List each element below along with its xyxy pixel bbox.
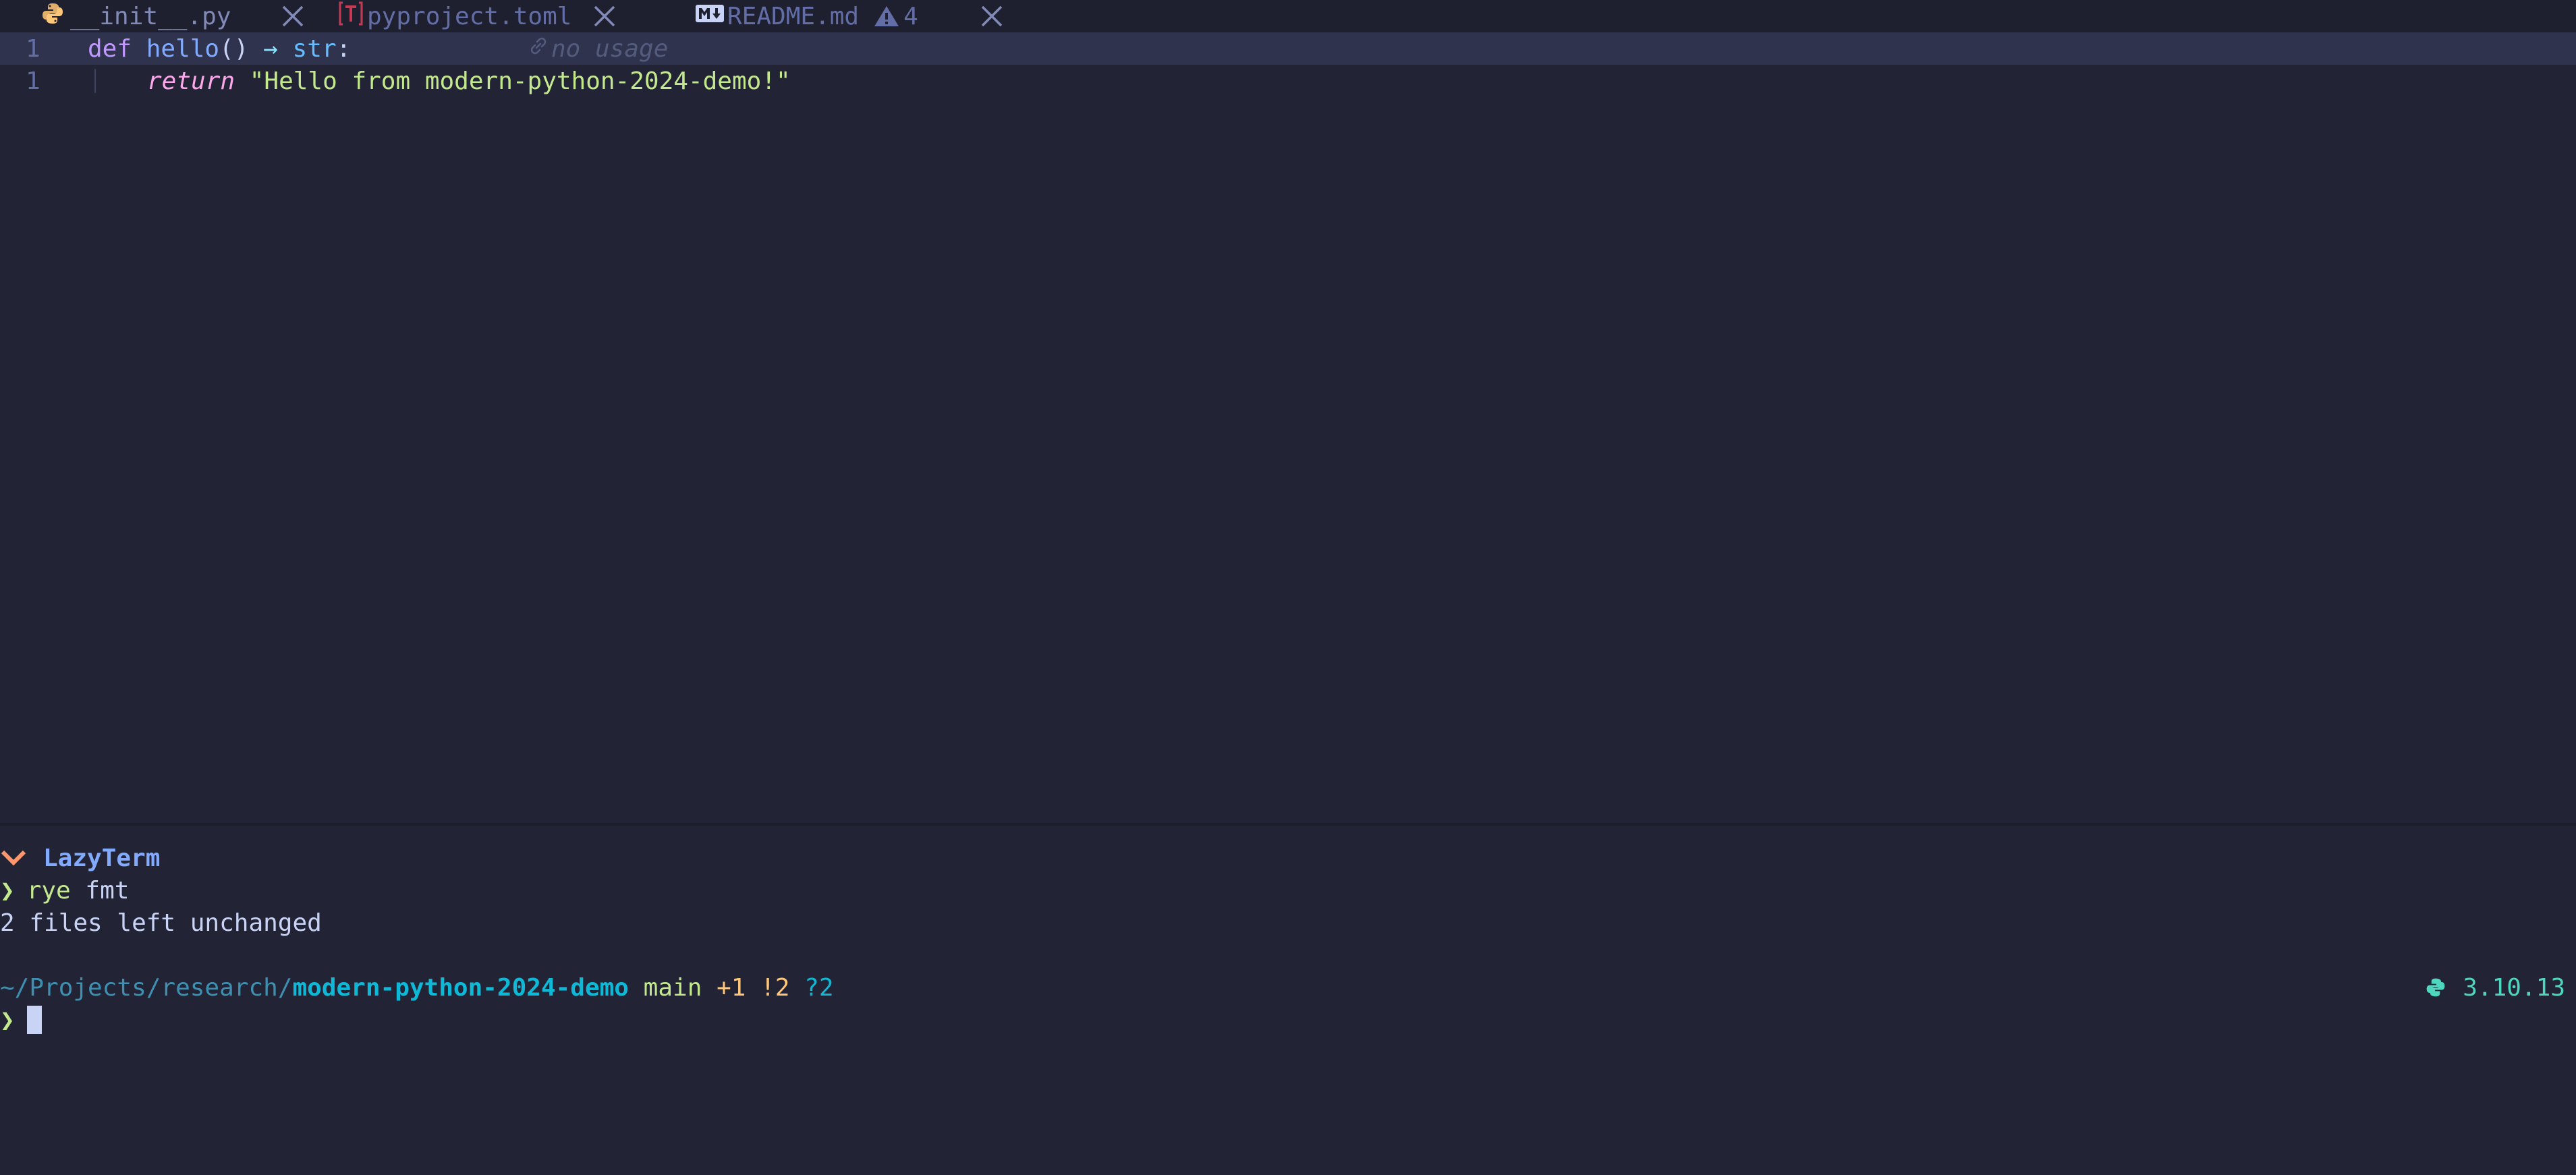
command-args: fmt [70,876,130,905]
python-version-segment: 3.10.13 [2425,974,2565,1002]
indent-guide [94,69,96,93]
python-icon [40,1,65,32]
terminal-output-line: 2 files left unchanged [0,907,2576,939]
keyword: return [147,67,235,95]
git-branch: main [643,973,702,1002]
terminal-header: LazyTerm [0,842,2576,874]
string-literal: "Hello from modern-python-2024-demo!" [249,67,791,95]
prompt-chevron: ❯ [0,876,15,905]
git-staged: +1 [717,973,746,1002]
warning-icon [874,5,899,28]
terminal-command-line: ❯ rye fmt [0,874,2576,907]
hint-text: no usage [551,34,669,63]
line-number: 1 [26,67,40,95]
code-content: return "Hello from modern-python-2024-de… [147,67,791,95]
code-line[interactable]: 1 def hello () → str : no usage [0,32,2576,65]
git-untracked: ?2 [804,973,834,1002]
tab-label: README.md [727,2,860,30]
function-name: hello [146,34,220,63]
command-name: rye [26,876,71,905]
cwd-dir: modern-python-2024-demo [292,973,629,1002]
warning-count: 4 [903,2,918,30]
chevron-down-icon[interactable] [0,848,27,868]
code-line[interactable]: 1 return "Hello from modern-python-2024-… [0,65,2576,97]
tab-readme-md[interactable]: README.md 4 [695,0,918,32]
text-cursor [26,1006,42,1034]
prompt-status-line: ~/Projects/research/ modern-python-2024-… [0,971,2576,1004]
close-icon[interactable] [978,3,1005,30]
colon: : [336,34,352,63]
keyword: def [88,34,132,63]
prompt-chevron: ❯ [0,1006,15,1034]
python-version: 3.10.13 [2463,973,2565,1002]
python-icon [2425,977,2446,998]
terminal-title: LazyTerm [43,844,161,872]
command-output: 2 files left unchanged [0,909,322,937]
terminal-input-line[interactable]: ❯ [0,1004,2576,1036]
cwd-prefix: ~/Projects/research/ [0,973,293,1002]
markdown-icon [695,3,725,30]
return-arrow: → [263,34,278,63]
terminal-pane[interactable]: LazyTerm ❯ rye fmt 2 files left unchange… [0,826,2576,1175]
git-modified: !2 [760,973,790,1002]
params: () [219,34,249,63]
line-number: 1 [26,34,40,63]
editor-pane[interactable]: 1 def hello () → str : no usage 1 return… [0,32,2576,823]
return-type: str [292,34,337,63]
